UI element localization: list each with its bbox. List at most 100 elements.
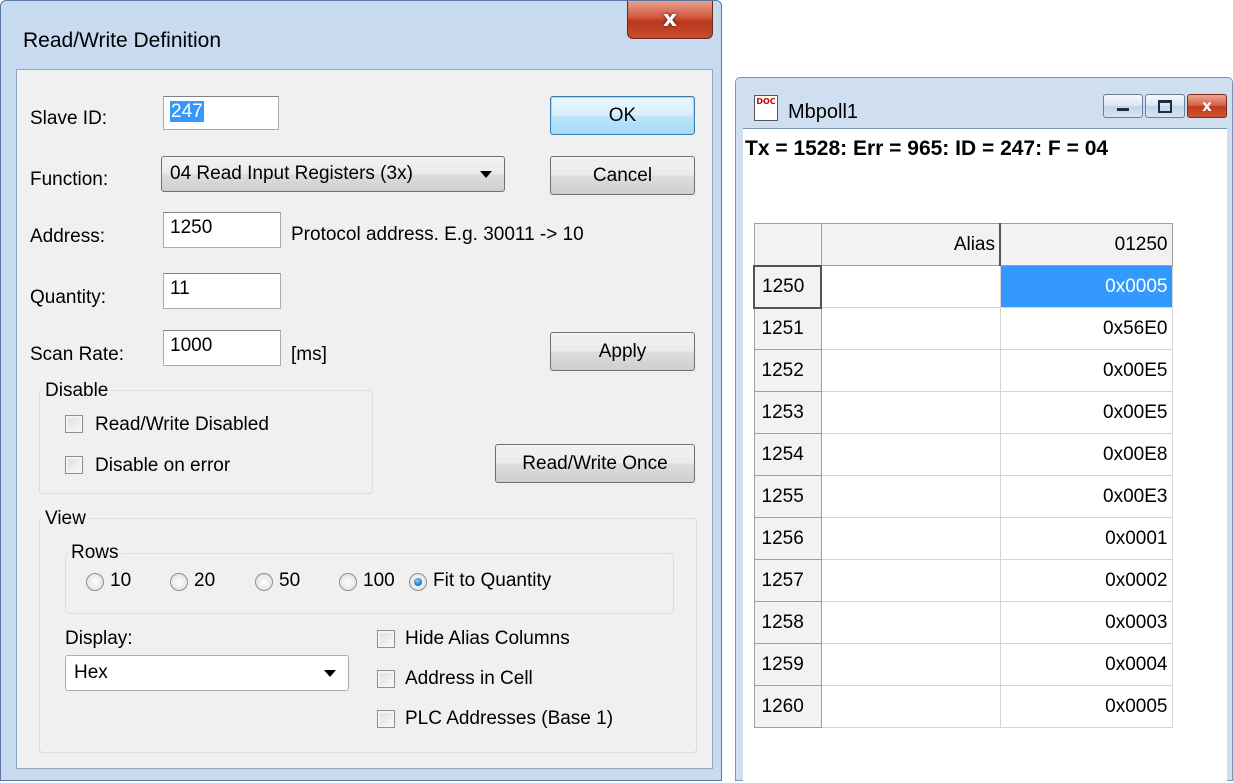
dialog-client-area: Slave ID: 247 Function: 04 Read Input Re… — [16, 69, 713, 769]
chevron-down-icon — [480, 171, 492, 178]
corner-cell — [753, 223, 822, 266]
table-row: 1259 0x0004 — [753, 643, 1173, 686]
row-address: 1253 — [753, 391, 822, 434]
table-row: 1250 0x0005 — [753, 264, 1173, 309]
rows-20-radio[interactable] — [170, 573, 188, 591]
close-icon[interactable]: x — [627, 1, 713, 39]
rows-10-label: 10 — [110, 570, 132, 591]
apply-button[interactable]: Apply — [550, 332, 695, 371]
register-table: Alias 01250 1250 0x0005 1251 0x56E0 1252 — [753, 223, 1173, 728]
alias-column-header[interactable]: Alias — [820, 223, 1001, 266]
row-address: 1252 — [753, 349, 822, 392]
row-address: 1256 — [753, 517, 822, 560]
value-cell[interactable]: 0x00E3 — [999, 475, 1173, 518]
rows-fit-to-quantity-radio[interactable] — [409, 573, 427, 591]
rows-10-radio[interactable] — [86, 573, 104, 591]
alias-cell[interactable] — [820, 433, 1001, 476]
scan-rate-unit: [ms] — [291, 344, 327, 365]
address-label: Address: — [30, 226, 105, 247]
rows-50-label: 50 — [279, 570, 301, 591]
table-row: 1254 0x00E8 — [753, 433, 1173, 476]
slave-id-input[interactable]: 247 — [163, 96, 279, 130]
table-row: 1251 0x56E0 — [753, 307, 1173, 350]
quantity-value: 11 — [170, 278, 190, 299]
mbpoll-title: Mbpoll1 — [788, 101, 859, 123]
value-cell[interactable]: 0x0003 — [999, 601, 1173, 644]
hide-alias-columns-checkbox[interactable] — [377, 630, 395, 648]
value-cell[interactable]: 0x00E5 — [999, 391, 1173, 434]
alias-cell[interactable] — [820, 517, 1001, 560]
rows-100-label: 100 — [363, 570, 395, 591]
value-cell[interactable]: 0x0005 — [999, 685, 1173, 728]
address-input[interactable]: 1250 — [163, 212, 281, 248]
restore-button[interactable] — [1145, 94, 1185, 118]
table-header-row: Alias 01250 — [753, 223, 1173, 266]
row-address: 1250 — [753, 264, 822, 309]
plc-addresses-checkbox[interactable] — [377, 710, 395, 728]
rows-fit-to-quantity-label: Fit to Quantity — [433, 570, 552, 591]
mbpoll-close-button[interactable]: x — [1187, 94, 1227, 118]
rows-group-title: Rows — [68, 542, 122, 564]
display-select[interactable]: Hex — [65, 655, 349, 691]
view-group-title: View — [42, 508, 89, 530]
table-row: 1253 0x00E5 — [753, 391, 1173, 434]
alias-cell[interactable] — [820, 685, 1001, 728]
minimize-button[interactable] — [1103, 94, 1143, 118]
display-label: Display: — [65, 628, 133, 649]
chevron-down-icon — [324, 670, 336, 677]
function-select[interactable]: 04 Read Input Registers (3x) — [161, 156, 505, 192]
quantity-input[interactable]: 11 — [163, 273, 281, 309]
value-cell[interactable]: 0x0004 — [999, 643, 1173, 686]
plc-addresses-label: PLC Addresses (Base 1) — [405, 708, 614, 729]
row-address: 1258 — [753, 601, 822, 644]
value-cell[interactable]: 0x56E0 — [999, 307, 1173, 350]
value-cell[interactable]: 0x0001 — [999, 517, 1173, 560]
value-cell[interactable]: 0x0002 — [999, 559, 1173, 602]
ok-button[interactable]: OK — [550, 96, 695, 135]
cancel-button[interactable]: Cancel — [550, 156, 695, 195]
quantity-label: Quantity: — [30, 287, 107, 308]
address-hint: Protocol address. E.g. 30011 -> 10 — [291, 224, 584, 245]
disable-on-error-checkbox[interactable] — [65, 456, 83, 474]
read-write-disabled-label: Read/Write Disabled — [95, 414, 269, 435]
alias-cell[interactable] — [820, 307, 1001, 350]
display-value: Hex — [74, 662, 108, 683]
table-row: 1252 0x00E5 — [753, 349, 1173, 392]
rw-definition-dialog: Read/Write Definition x Slave ID: 247 Fu… — [0, 0, 722, 781]
row-address: 1259 — [753, 643, 822, 686]
mbpoll-window: DOC Mbpoll1 x Tx = 1528: Err = 965: ID =… — [735, 77, 1233, 783]
table-row: 1258 0x0003 — [753, 601, 1173, 644]
row-address: 1260 — [753, 685, 822, 728]
read-write-once-button[interactable]: Read/Write Once — [495, 444, 695, 483]
value-cell[interactable]: 0x00E8 — [999, 433, 1173, 476]
table-row: 1260 0x0005 — [753, 685, 1173, 728]
disable-group — [39, 390, 373, 494]
alias-cell[interactable] — [820, 475, 1001, 518]
disable-on-error-label: Disable on error — [95, 455, 231, 476]
minimize-icon — [1117, 108, 1129, 111]
alias-cell[interactable] — [820, 601, 1001, 644]
scan-rate-value: 1000 — [170, 335, 213, 356]
rows-100-radio[interactable] — [339, 573, 357, 591]
scan-rate-label: Scan Rate: — [30, 344, 124, 365]
alias-cell[interactable] — [820, 265, 1001, 308]
address-value: 1250 — [170, 217, 213, 238]
rows-50-radio[interactable] — [255, 573, 273, 591]
table-row: 1256 0x0001 — [753, 517, 1173, 560]
scan-rate-input[interactable]: 1000 — [163, 330, 281, 366]
alias-cell[interactable] — [820, 643, 1001, 686]
function-value: 04 Read Input Registers (3x) — [170, 163, 413, 184]
row-address: 1251 — [753, 307, 822, 350]
read-write-disabled-checkbox[interactable] — [65, 415, 83, 433]
status-line: Tx = 1528: Err = 965: ID = 247: F = 04 — [745, 137, 1109, 160]
value-cell[interactable]: 0x00E5 — [999, 349, 1173, 392]
value-column-header[interactable]: 01250 — [999, 223, 1173, 266]
function-label: Function: — [30, 169, 109, 190]
address-in-cell-checkbox[interactable] — [377, 670, 395, 688]
dialog-title: Read/Write Definition — [23, 29, 222, 52]
alias-cell[interactable] — [820, 559, 1001, 602]
alias-cell[interactable] — [820, 349, 1001, 392]
value-cell[interactable]: 0x0005 — [999, 265, 1173, 308]
restore-icon — [1158, 99, 1172, 113]
alias-cell[interactable] — [820, 391, 1001, 434]
